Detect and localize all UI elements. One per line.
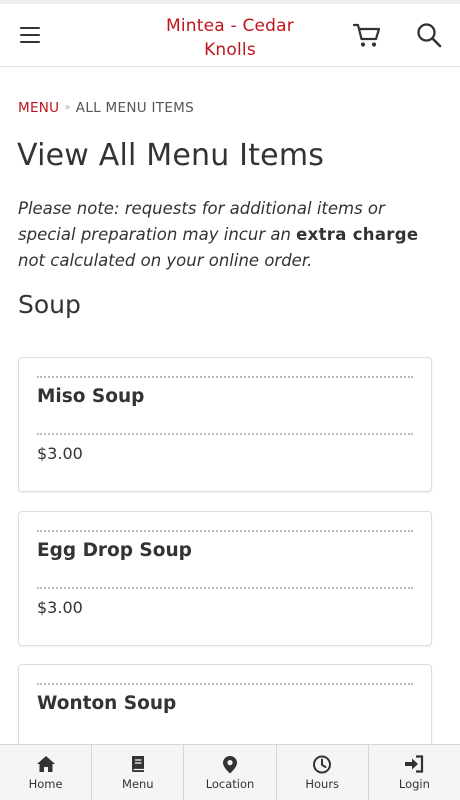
menu-item-card[interactable]: Miso Soup $3.00 <box>18 357 432 492</box>
menu-hamburger-icon[interactable] <box>18 23 42 47</box>
search-icon[interactable] <box>415 21 443 49</box>
book-icon <box>131 756 144 772</box>
nav-login-label: Login <box>398 777 430 791</box>
nav-location-label: Location <box>205 777 255 791</box>
home-icon <box>36 756 55 772</box>
map-pin-icon <box>223 756 237 774</box>
menu-item-price: $3.00 <box>37 598 83 617</box>
breadcrumb-menu-link[interactable]: MENU <box>18 100 59 116</box>
site-header: Mintea - Cedar Knolls <box>0 4 460 67</box>
nav-home-label: Home <box>28 777 63 791</box>
note-emphasis: extra charge <box>296 225 419 244</box>
nav-home[interactable]: Home <box>0 745 93 800</box>
nav-menu[interactable]: Menu <box>92 745 185 800</box>
sign-in-icon <box>405 755 424 773</box>
section-title: Soup <box>18 290 81 319</box>
nav-hours-label: Hours <box>305 777 340 791</box>
cart-icon[interactable] <box>352 20 382 50</box>
menu-item-name: Miso Soup <box>37 386 145 407</box>
order-note: Please note: requests for additional ite… <box>18 196 438 274</box>
divider <box>37 433 413 435</box>
breadcrumb-separator: » <box>64 102 71 113</box>
note-text-end: not calculated on your online order. <box>18 251 313 270</box>
divider <box>37 376 413 378</box>
clock-icon <box>313 755 332 774</box>
breadcrumb-current: ALL MENU ITEMS <box>75 100 194 116</box>
menu-item-card[interactable]: Egg Drop Soup $3.00 <box>18 511 432 646</box>
page-title: View All Menu Items <box>17 138 325 173</box>
menu-item-name: Wonton Soup <box>37 693 177 714</box>
menu-item-name: Egg Drop Soup <box>37 540 192 561</box>
site-title[interactable]: Mintea - Cedar Knolls <box>150 14 310 62</box>
nav-location[interactable]: Location <box>184 745 277 800</box>
menu-item-price: $3.00 <box>37 444 83 463</box>
nav-hours[interactable]: Hours <box>277 745 369 800</box>
breadcrumb: MENU » ALL MENU ITEMS <box>18 100 194 116</box>
divider <box>37 587 413 589</box>
nav-login[interactable]: Login <box>369 745 460 800</box>
divider <box>37 530 413 532</box>
nav-menu-label: Menu <box>122 777 154 791</box>
bottom-nav: Home Menu Location Hours Login <box>0 744 460 800</box>
divider <box>37 683 413 685</box>
